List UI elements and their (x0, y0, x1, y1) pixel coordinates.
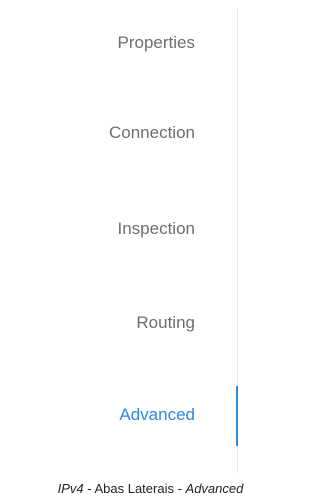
tab-routing[interactable]: Routing (136, 312, 195, 334)
side-tabs: Properties Connection Inspection Routing… (0, 0, 301, 475)
caption-ipv4: IPv4 (57, 481, 84, 496)
caption-separator: - Abas Laterais - (83, 481, 186, 496)
active-tab-indicator (236, 386, 238, 446)
caption-advanced: Advanced (185, 481, 244, 496)
tab-advanced[interactable]: Advanced (119, 404, 195, 426)
tab-connection[interactable]: Connection (109, 122, 195, 144)
tab-properties[interactable]: Properties (118, 32, 195, 54)
figure-caption: IPv4 - Abas Laterais - Advanced (0, 480, 301, 498)
tab-inspection[interactable]: Inspection (118, 218, 196, 240)
